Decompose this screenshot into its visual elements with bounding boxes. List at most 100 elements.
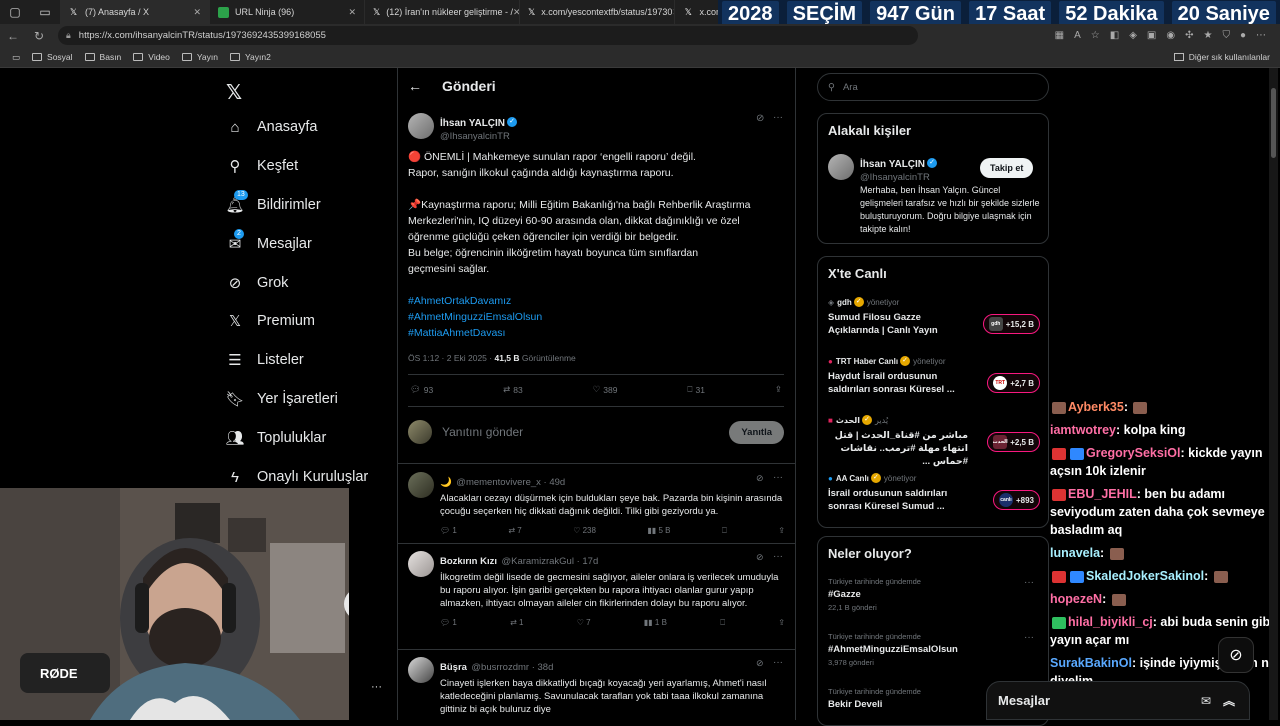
reply-button[interactable]: 💬︎ 1 xyxy=(440,618,457,628)
avatar[interactable] xyxy=(408,551,434,577)
browser-tab[interactable]: 𝕏 (12) İran'ın nükleer geliştirme - / ✕ xyxy=(365,0,520,24)
scrollbar-thumb[interactable] xyxy=(1271,88,1276,158)
profile-icon[interactable]: ● xyxy=(1240,30,1246,41)
hashtag-link[interactable]: #AhmetMinguzziEmsalOlsun xyxy=(408,309,788,325)
like-button[interactable]: ♡ 238 xyxy=(573,526,596,536)
more-icon[interactable]: ··· xyxy=(1024,632,1034,643)
browser-tab[interactable]: 𝕏 x.com/yescontextfb/status/19730 ✕ xyxy=(520,0,675,24)
more-icon[interactable]: ⋯ xyxy=(1256,30,1266,41)
search-input[interactable]: ⚲ Ara xyxy=(817,73,1049,101)
star-icon[interactable]: ☆ xyxy=(1091,30,1100,41)
post-author[interactable]: İhsan YALÇIN ✓ @IhsanyalcinTR xyxy=(440,113,518,142)
nav-item-home[interactable]: ⌂ Anasayfa xyxy=(226,118,317,136)
window-menu-icon[interactable]: ▢ xyxy=(0,0,30,24)
repost-button[interactable]: ⇄ 1 xyxy=(510,618,523,628)
trend-item[interactable]: Türkiye tarihinde gündemde #AhmetMinguzz… xyxy=(828,632,1040,667)
share-icon[interactable]: ⇪ xyxy=(778,618,785,628)
views-button[interactable]: ▮▮ 5 B xyxy=(647,526,670,536)
nav-item-explore[interactable]: ⚲ Keşfet xyxy=(226,157,299,175)
reply-author[interactable]: Büşra xyxy=(440,662,467,673)
reply-button[interactable]: 💬︎ 93 xyxy=(410,384,433,395)
bookmark-folder[interactable]: Sosyal xyxy=(32,52,73,62)
back-icon[interactable]: ← xyxy=(0,29,26,43)
bookmark-button[interactable]: ⎕ 31 xyxy=(687,384,705,395)
page-scrollbar[interactable] xyxy=(1269,68,1278,720)
more-icon[interactable]: ··· xyxy=(371,681,382,693)
live-item[interactable]: ● AA Canlı ✓ yönetiyor İsrail ordusunun sal… xyxy=(828,473,1040,513)
grid-icon[interactable]: ▦ xyxy=(1055,30,1064,41)
nav-item-premium[interactable]: 𝕏 Premium xyxy=(226,312,315,330)
shield-icon[interactable]: ⛉ xyxy=(1222,30,1230,41)
bookmarks-menu-icon[interactable]: ▭ xyxy=(12,52,20,63)
hashtag-link[interactable]: #MattiaAhmetDavası xyxy=(408,325,788,341)
bookmark-folder[interactable]: Video xyxy=(133,52,170,62)
read-aloud-icon[interactable]: A xyxy=(1074,30,1081,41)
bookmark-icon[interactable]: ⎕ xyxy=(720,618,725,628)
close-icon[interactable]: ✕ xyxy=(193,7,201,18)
bookmark-folder[interactable]: Yayın xyxy=(181,52,218,62)
views-button[interactable]: ▮▮ 1 B xyxy=(644,618,667,628)
trend-item[interactable]: Türkiye tarihinde gündemde #Gazze 22,1 B… xyxy=(828,577,1040,612)
nav-item-grok[interactable]: ⊘ Grok xyxy=(226,274,289,292)
like-button[interactable]: ♡ 7 xyxy=(577,618,591,628)
more-icon[interactable]: ··· xyxy=(773,551,783,562)
close-icon[interactable]: ✕ xyxy=(513,7,519,18)
grok-button[interactable]: ⊘ xyxy=(1218,637,1254,673)
avatar[interactable] xyxy=(828,154,854,180)
reply-button[interactable]: 💬︎ 1 xyxy=(440,526,457,536)
messages-drawer[interactable]: Mesajlar ✉ ︽ xyxy=(986,681,1250,720)
follow-button[interactable]: Takip et xyxy=(980,158,1034,178)
related-user[interactable]: İhsan YALÇIN ✓ @IhsanyalcinTR xyxy=(860,154,938,183)
bookmark-folder[interactable]: Basın xyxy=(84,52,121,62)
nav-item-lists[interactable]: ☰ Listeler xyxy=(226,351,303,369)
live-item[interactable]: ■ الحدث ✓ يُدير مباشر من #قناة_الحدث | قتل … xyxy=(828,415,1040,468)
url-field[interactable]: 🔒︎ https://x.com/ihsanyalcinTR/status/19… xyxy=(58,26,918,45)
reply-submit-button[interactable]: Yanıtla xyxy=(729,420,784,444)
repost-button[interactable]: ⇄ 7 xyxy=(508,526,521,536)
avatar[interactable] xyxy=(408,113,434,139)
nav-item-verified-orgs[interactable]: ϟ Onaylı Kuruluşlar xyxy=(226,468,368,486)
browser-tab[interactable]: URL Ninja (96) ✕ xyxy=(210,0,365,24)
share-button[interactable]: ⇪ xyxy=(775,384,782,395)
more-icon[interactable]: ··· xyxy=(773,472,783,483)
bookmark-folder[interactable]: Yayın2 xyxy=(230,52,271,62)
grok-icon[interactable]: ⊘ xyxy=(756,113,764,124)
hashtag-link[interactable]: #AhmetOrtakDavamız xyxy=(408,293,788,309)
more-icon[interactable]: ··· xyxy=(773,657,783,668)
other-bookmarks[interactable]: Diğer sık kullanılanlar xyxy=(1173,52,1270,62)
more-icon[interactable]: ··· xyxy=(1024,577,1034,588)
grok-icon[interactable]: ⊘ xyxy=(756,473,764,484)
nav-item-notifications[interactable]: 🔔︎ 13 Bildirimler xyxy=(225,190,321,214)
bookmark-icon[interactable]: ⎕ xyxy=(722,526,727,536)
live-item[interactable]: ● TRT Haber Canlı ✓ yönetiyor Haydut İsrail… xyxy=(828,356,1040,396)
nav-item-messages[interactable]: ✉ 2 Mesajlar xyxy=(226,229,312,253)
x-logo-icon[interactable]: 𝕏 xyxy=(226,80,242,105)
extension-icon[interactable]: ▣ xyxy=(1147,30,1156,41)
browser-tab[interactable]: 𝕏 (7) Anasayfa / X ✕ xyxy=(60,0,210,24)
grok-icon[interactable]: ⊘ xyxy=(756,552,764,563)
puzzle-icon[interactable]: ✣ xyxy=(1185,30,1193,41)
nav-item-communities[interactable]: 👥︎ Topluluklar xyxy=(225,429,326,447)
avatar[interactable] xyxy=(408,657,434,683)
avatar[interactable] xyxy=(408,472,434,498)
reply-author[interactable]: Bozkırın Kızı xyxy=(440,556,497,567)
share-icon[interactable]: ⇪ xyxy=(778,526,785,536)
reply-input[interactable]: Yanıtını gönder xyxy=(442,425,523,439)
favorites-icon[interactable]: ★ xyxy=(1203,30,1212,41)
tab-actions-icon[interactable]: ▭ xyxy=(30,0,60,24)
extension-icon[interactable]: ◈ xyxy=(1129,30,1137,41)
chevron-up-icon[interactable]: ︽ xyxy=(1223,692,1235,709)
reply-author[interactable]: 🌙 xyxy=(440,477,452,488)
nav-item-bookmarks[interactable]: 🔖︎ Yer İşaretleri xyxy=(225,390,337,408)
like-button[interactable]: ♡ 389 xyxy=(593,384,618,395)
more-icon[interactable]: ··· xyxy=(773,112,783,123)
post-timestamp[interactable]: ÖS 1:12 · 2 Eki 2025 · xyxy=(408,353,492,363)
extension-icon[interactable]: ◧ xyxy=(1110,30,1119,41)
close-icon[interactable]: ✕ xyxy=(348,7,356,18)
grok-icon[interactable]: ⊘ xyxy=(756,658,764,669)
live-item[interactable]: ◈ gdh ✓ yönetiyor Sumud Filosu Gazze Açıkla… xyxy=(828,297,1040,337)
reload-icon[interactable]: ↻ xyxy=(26,29,52,43)
back-arrow-icon[interactable]: ← xyxy=(408,78,422,94)
repost-button[interactable]: ⇄ 83 xyxy=(503,384,523,395)
extension-icon[interactable]: ◉ xyxy=(1166,30,1175,41)
